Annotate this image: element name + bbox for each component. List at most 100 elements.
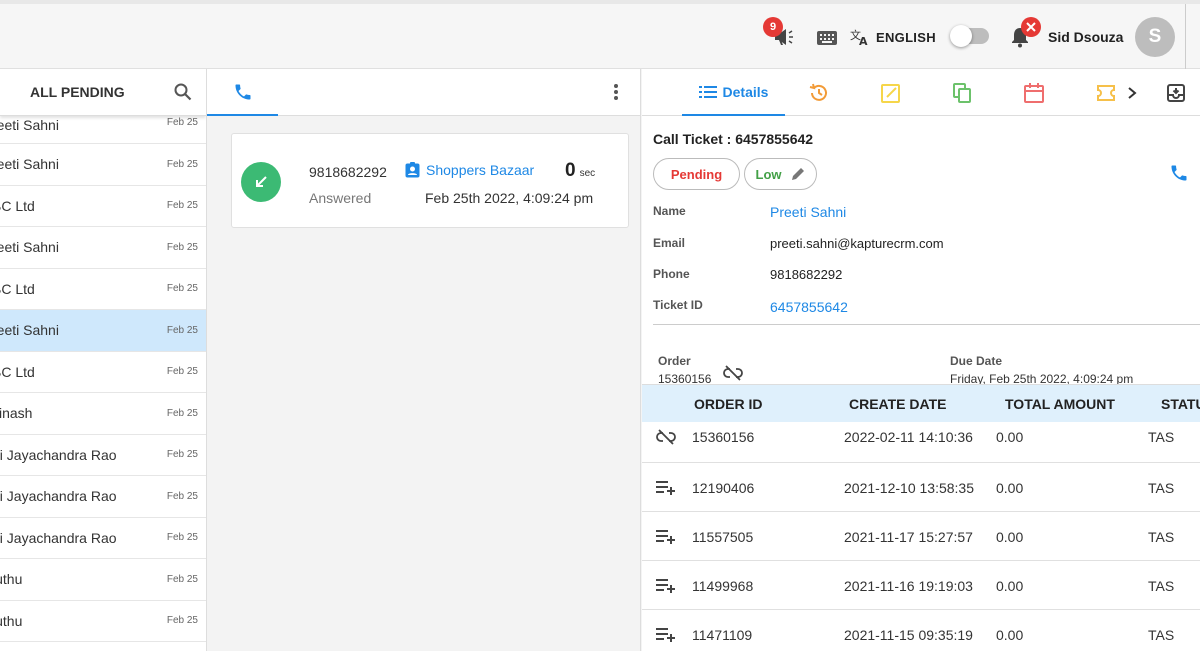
language-label: ENGLISH — [876, 29, 936, 45]
user-menu[interactable]: Sid Dsouza — [1048, 29, 1123, 45]
list-item[interactable]: ai Jayachandra Rao Feb 25 — [0, 476, 206, 518]
table-header: ORDER ID CREATE DATE TOTAL AMOUNT STATU — [642, 385, 1200, 422]
table-row[interactable]: 11557505 2021-11-17 15:27:57 0.00 TAS — [642, 512, 1200, 561]
tab-calendar[interactable] — [1023, 69, 1045, 116]
list-item[interactable]: reeti SahniFeb 25 — [0, 227, 206, 269]
more-options-icon[interactable] — [608, 82, 624, 102]
list-item[interactable]: BC LtdFeb 25 — [0, 269, 206, 310]
phone-label: Phone — [653, 267, 690, 281]
tab-notes[interactable] — [880, 69, 902, 116]
call-contact-name: Shoppers Bazaar — [426, 162, 535, 178]
notifications-button[interactable] — [1010, 17, 1041, 48]
list-item[interactable]: reeti SahniFeb 25 — [0, 116, 206, 144]
incoming-call-icon — [241, 162, 281, 202]
column-header[interactable]: CREATE DATE — [849, 396, 946, 412]
ticket-id-value[interactable]: 6457855642 — [770, 299, 848, 315]
list-item[interactable]: reeti SahniFeb 25 — [0, 144, 206, 186]
ticket-icon — [1097, 84, 1115, 101]
pending-list-panel: ALL PENDING reeti SahniFeb 25 reeti Sahn… — [0, 69, 207, 651]
notification-close-badge[interactable] — [1021, 17, 1041, 37]
list-title: ALL PENDING — [30, 84, 125, 100]
keyboard-icon — [817, 31, 837, 45]
chevron-right-icon — [1128, 86, 1137, 99]
details-tabs: Details — [642, 69, 1200, 116]
call-status: Answered — [309, 190, 372, 206]
top-bar: 9 文 A ENGLISH Sid Dsouza S — [0, 0, 1200, 69]
list-item-selected[interactable]: reeti SahniFeb 25 — [0, 310, 206, 352]
note-icon — [881, 83, 900, 103]
table-row[interactable]: 12190406 2021-12-10 13:58:35 0.00 TAS — [642, 463, 1200, 512]
edit-icon[interactable] — [790, 166, 806, 182]
call-datetime: Feb 25th 2022, 4:09:24 pm — [425, 190, 594, 206]
list-item[interactable]: ai Jayachandra Rao Feb 25 — [0, 435, 206, 476]
column-header[interactable]: TOTAL AMOUNT — [1005, 396, 1115, 412]
list-item[interactable]: ai Jayachandra Rao Feb 25 — [0, 518, 206, 559]
playlist-add-icon[interactable] — [655, 626, 677, 642]
list-item[interactable]: vinashFeb 25 — [0, 393, 206, 435]
interaction-panel: 9818682292 Answered Shoppers Bazaar 0 sec… — [207, 69, 641, 651]
name-label: Name — [653, 204, 686, 218]
announcement-button[interactable]: 9 — [763, 17, 796, 48]
call-button[interactable] — [1169, 163, 1189, 188]
call-phone-number: 9818682292 — [309, 164, 387, 180]
archive-icon — [1167, 83, 1185, 102]
avatar[interactable]: S — [1135, 17, 1175, 57]
toggle-switch[interactable] — [950, 25, 989, 47]
list-item[interactable]: BC LtdFeb 25 — [0, 352, 206, 393]
interaction-tabs — [207, 69, 640, 116]
column-header[interactable]: STATU — [1161, 396, 1200, 412]
order-label: Order — [658, 354, 691, 368]
copy-icon — [953, 82, 971, 103]
email-value: preeti.sahni@kapturecrm.com — [770, 236, 944, 251]
contact-card-icon — [405, 162, 420, 178]
status-pill[interactable]: Pending — [653, 158, 740, 190]
playlist-add-icon[interactable] — [655, 577, 677, 593]
tab-history[interactable] — [808, 69, 830, 116]
announcement-badge: 9 — [763, 17, 783, 37]
call-duration: 0 sec — [565, 160, 596, 181]
call-card[interactable]: 9818682292 Answered Shoppers Bazaar 0 sec… — [231, 133, 629, 228]
phone-icon — [1171, 165, 1187, 181]
theme-toggle[interactable] — [950, 25, 989, 47]
due-date-label: Due Date — [950, 354, 1003, 368]
name-value[interactable]: Preeti Sahni — [770, 204, 846, 220]
language-selector[interactable]: 文 A ENGLISH — [850, 28, 936, 46]
search-icon[interactable] — [174, 83, 192, 101]
tab-ticket[interactable] — [1095, 69, 1117, 116]
unlink-icon[interactable] — [655, 429, 677, 445]
table-row[interactable]: 11499968 2021-11-16 19:19:03 0.00 TAS — [642, 561, 1200, 610]
list-item[interactable]: BC LtdFeb 25 — [0, 186, 206, 227]
svg-text:A: A — [859, 35, 868, 46]
avatar-initial: S — [1135, 17, 1175, 57]
archive-button[interactable] — [1166, 69, 1186, 116]
calendar-icon — [1024, 82, 1044, 103]
close-icon — [1026, 22, 1036, 32]
call-contact-link[interactable]: Shoppers Bazaar — [405, 162, 534, 178]
phone-value: 9818682292 — [770, 267, 843, 282]
ticket-details-panel: Details Call Ticket: 6457855642 Pending… — [642, 69, 1200, 651]
keyboard-button[interactable] — [816, 30, 838, 46]
email-label: Email — [653, 236, 686, 250]
tab-details[interactable]: Details — [682, 69, 785, 116]
list-item[interactable]: luthuFeb 25 — [0, 559, 206, 601]
unlink-icon[interactable] — [723, 365, 743, 381]
orders-table: ORDER ID CREATE DATE TOTAL AMOUNT STATU … — [642, 384, 1200, 651]
playlist-add-icon[interactable] — [655, 479, 677, 495]
list-icon — [698, 85, 717, 98]
tab-calls[interactable] — [207, 69, 278, 116]
column-header[interactable]: ORDER ID — [694, 396, 762, 412]
list-header: ALL PENDING — [0, 69, 206, 116]
table-row[interactable]: 15360156 2022-02-11 14:10:36 0.00 TAS — [642, 422, 1200, 463]
translate-icon: 文 A — [850, 28, 868, 46]
priority-pill[interactable]: Low — [744, 158, 817, 190]
user-name: Sid Dsouza — [1048, 29, 1124, 45]
phone-icon — [235, 84, 250, 99]
ticket-title: Call Ticket : 6457855642 — [653, 131, 814, 147]
ticket-id-label: Ticket ID — [653, 298, 703, 312]
list-item[interactable]: luthuFeb 25 — [0, 601, 206, 642]
tab-copy[interactable] — [951, 69, 973, 116]
history-icon — [809, 83, 827, 101]
tabs-scroll-right[interactable] — [1126, 69, 1138, 116]
playlist-add-icon[interactable] — [655, 528, 677, 544]
table-row[interactable]: 11471109 2021-11-15 09:35:19 0.00 TAS — [642, 610, 1200, 651]
